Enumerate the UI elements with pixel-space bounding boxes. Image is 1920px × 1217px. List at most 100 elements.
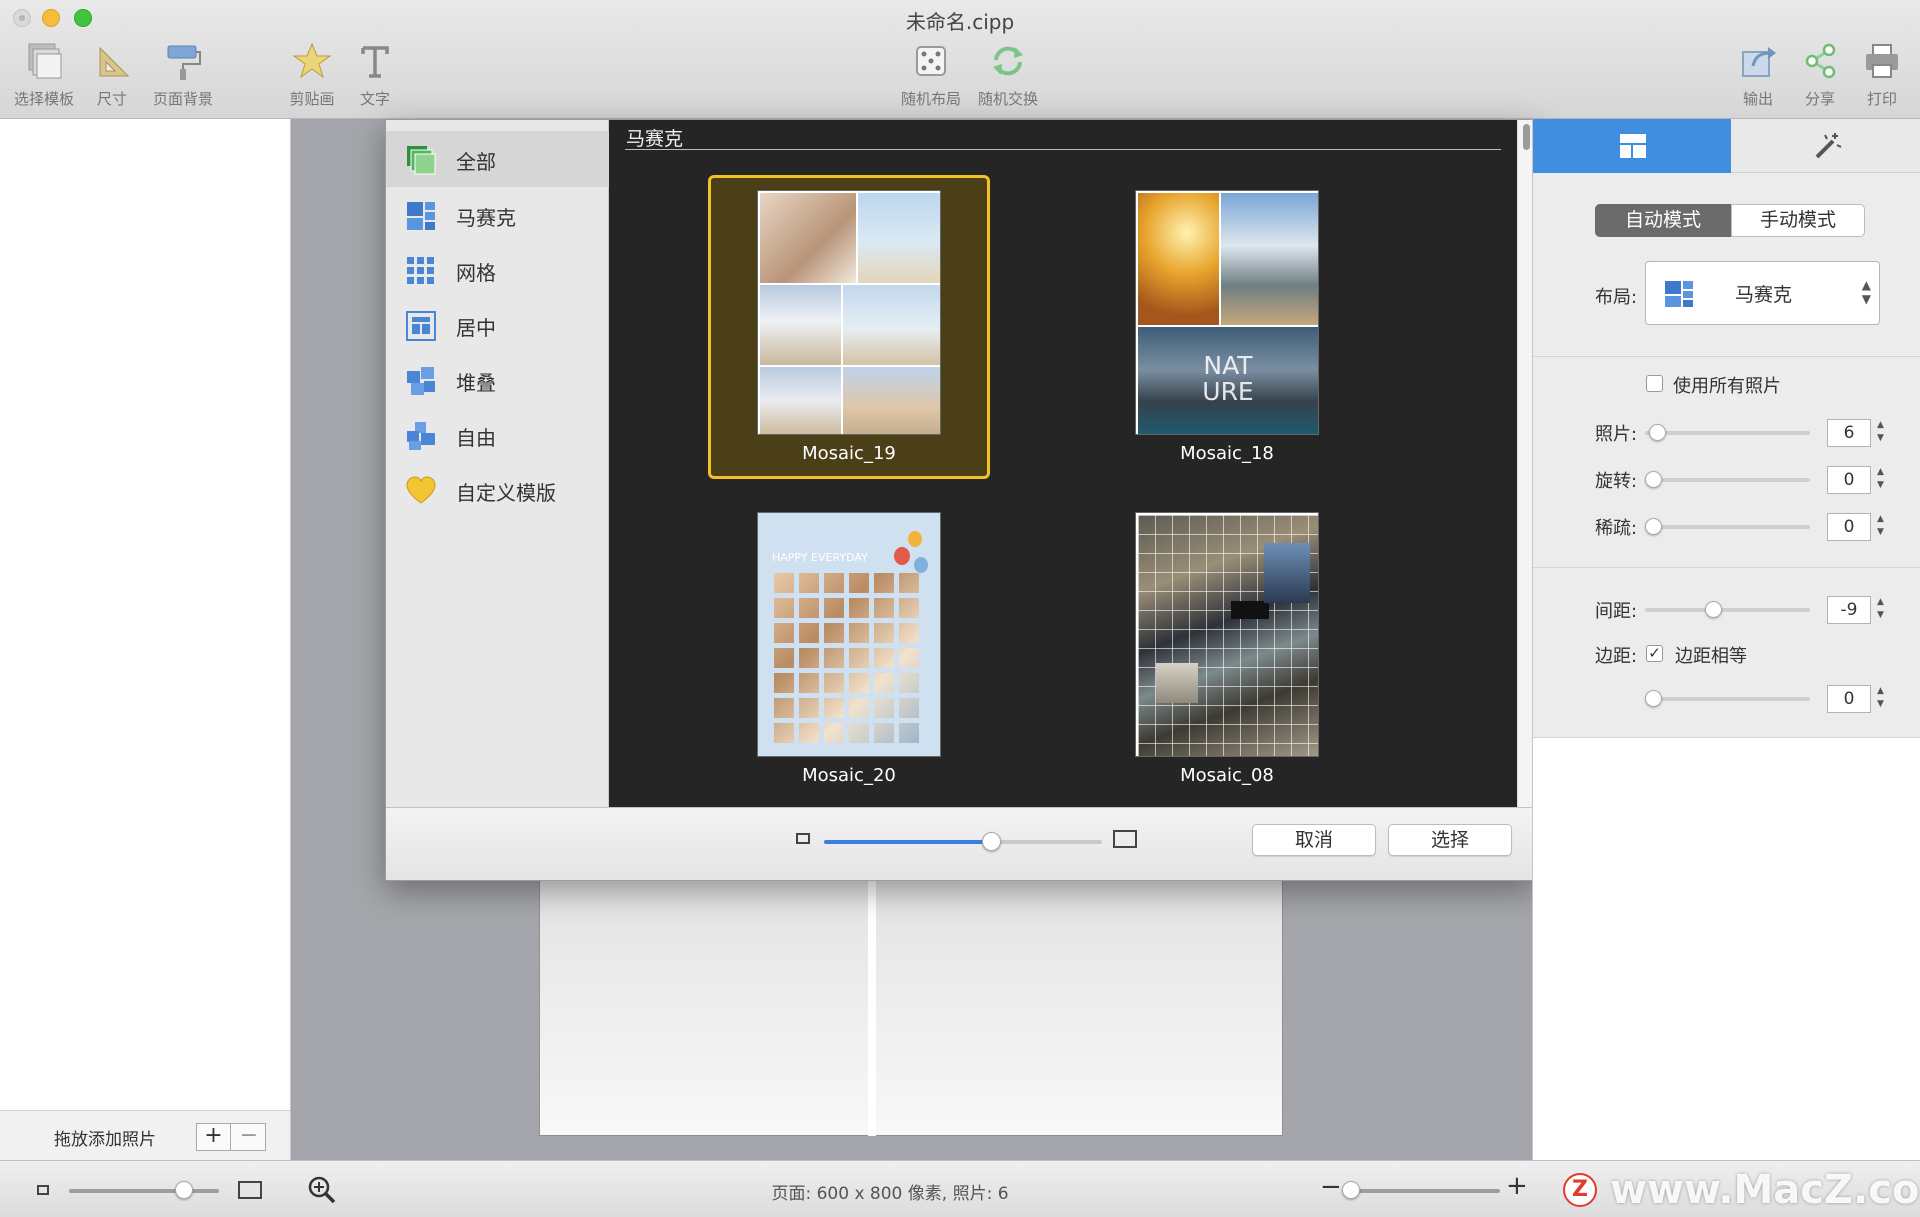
category-label: 居中 [456,316,496,340]
thumbnail-overlay-text: URE [1202,377,1254,406]
rotate-value-field[interactable]: 0 [1827,466,1871,494]
layout-panel-icon [1620,134,1646,158]
manual-mode-button[interactable]: 手动模式 [1731,204,1865,237]
category-label: 网格 [456,261,496,285]
slider-knob[interactable] [982,832,1001,851]
tab-effects[interactable] [1731,119,1920,173]
category-stack[interactable]: 堆叠 [386,352,609,408]
spacing-stepper[interactable]: ▲ ▼ [1874,596,1887,624]
status-bar: 页面: 600 x 800 像素, 照片: 6 − + Z www.MacZ.c… [0,1160,1920,1217]
section-divider [625,149,1501,150]
template-grid[interactable]: 马赛克 Mosaic_19 NAT URE Mosaic_18 HAPPY EV… [609,120,1517,807]
page-preview[interactable] [539,879,1283,1136]
random-layout-button[interactable]: 随机布局 [898,40,964,114]
category-mosaic[interactable]: 马赛克 [386,187,609,243]
category-custom[interactable]: 自定义模版 [386,462,609,518]
sparse-stepper[interactable]: ▲ ▼ [1874,513,1887,541]
category-freeform[interactable]: 自由 [386,407,609,463]
clipart-label: 剪贴画 [289,90,335,108]
paint-roller-icon [167,45,201,80]
thumbnail-overlay-text: HAPPY EVERYDAY [772,551,868,564]
category-centered[interactable]: 居中 [386,297,609,353]
size-button[interactable]: 尺寸 [92,40,132,114]
spacing-slider[interactable] [1645,601,1810,618]
template-name: Mosaic_08 [1180,765,1274,786]
slider-knob[interactable] [1645,690,1662,707]
sparse-value-field[interactable]: 0 [1827,513,1871,541]
category-label: 马赛克 [456,206,516,230]
share-icon [1805,43,1836,79]
page-background-button[interactable]: 页面背景 [148,40,218,114]
template-mosaic-20[interactable]: HAPPY EVERYDAY Mosaic_20 [708,497,990,801]
template-chooser-dialog: 全部 马赛克 网格 居中 堆叠 自由 自定义模版 马赛克 Mosaic_19 N… [385,119,1535,881]
slider-knob[interactable] [1705,601,1722,618]
photos-slider[interactable] [1645,424,1810,441]
export-button[interactable]: 输出 [1736,40,1780,114]
use-all-photos-checkbox[interactable] [1646,375,1663,392]
scrollbar-thumb[interactable] [1523,124,1530,150]
random-swap-button[interactable]: 随机交换 [975,40,1041,114]
zoom-in-button[interactable]: + [1506,1171,1528,1201]
text-button[interactable]: 文字 [352,40,398,114]
template-thumbnail [757,190,941,435]
watermark-logo: Z [1563,1173,1597,1207]
sparse-slider[interactable] [1645,518,1810,535]
category-label: 堆叠 [456,371,496,395]
auto-mode-button[interactable]: 自动模式 [1595,204,1731,237]
margin-slider[interactable] [1645,690,1810,707]
print-button[interactable]: 打印 [1860,40,1904,114]
spacing-value-field[interactable]: -9 [1827,596,1871,624]
add-photo-button[interactable]: + [197,1124,231,1150]
photo-browser-panel[interactable]: 拖放添加照片 + − [0,119,291,1160]
slider-knob[interactable] [1342,1181,1360,1199]
clipart-button[interactable]: 剪贴画 [286,40,338,114]
divider [1533,567,1920,568]
chevron-up-down-icon: ▲ ▼ [1861,278,1871,306]
spacing-label: 间距: [1595,601,1638,622]
template-mosaic-19[interactable]: Mosaic_19 [708,175,990,479]
choose-button[interactable]: 选择 [1388,824,1512,856]
select-template-label: 选择模板 [13,90,74,108]
tab-layout[interactable] [1533,119,1731,173]
slider-fill [824,840,991,844]
size-label: 尺寸 [96,90,127,108]
title-bar: 未命名.cipp 选择模板 尺寸 页面背景 剪贴画 文字 随机布局 随机交换 输… [0,0,1920,119]
template-mosaic-08[interactable]: Mosaic_08 [1086,497,1368,801]
watermark-text: www.MacZ.com [1610,1167,1920,1213]
photos-stepper[interactable]: ▲ ▼ [1874,419,1887,447]
dice-icon [916,46,946,76]
template-mosaic-18[interactable]: NAT URE Mosaic_18 [1086,175,1368,479]
rotate-label: 旋转: [1595,471,1638,492]
drop-photos-label: 拖放添加照片 [54,1130,156,1150]
template-name: Mosaic_20 [802,765,896,786]
small-thumbnail-icon [796,833,810,844]
category-all[interactable]: 全部 [386,131,609,187]
slider-knob[interactable] [1645,471,1662,488]
photos-value-field[interactable]: 6 [1827,419,1871,447]
share-button[interactable]: 分享 [1798,40,1842,114]
centered-icon [406,311,436,341]
select-template-button[interactable]: 选择模板 [8,40,80,114]
rotate-stepper[interactable]: ▲ ▼ [1874,466,1887,494]
remove-photo-button[interactable]: − [232,1124,266,1150]
category-label: 自由 [456,426,496,450]
inspector-tabs [1533,119,1920,173]
thumbnail-overlay-text: NAT [1203,351,1253,380]
category-grid[interactable]: 网格 [386,242,609,298]
layout-select[interactable]: 马赛克 ▲ ▼ [1645,261,1880,325]
cancel-button[interactable]: 取消 [1252,824,1376,856]
stack-icon [407,367,435,395]
thumbnail-size-slider[interactable] [824,832,1102,851]
margin-value-field[interactable]: 0 [1827,685,1871,713]
template-name: Mosaic_19 [802,443,896,464]
zoom-out-button[interactable]: − [1320,1172,1342,1202]
margin-stepper[interactable]: ▲ ▼ [1874,685,1887,713]
rotate-slider[interactable] [1645,471,1810,488]
share-label: 分享 [1804,90,1835,108]
use-all-photos-label: 使用所有照片 [1673,376,1781,397]
slider-knob[interactable] [1649,424,1666,441]
canvas-zoom-slider[interactable] [1350,1189,1500,1193]
equal-margin-checkbox[interactable]: ✓ [1646,645,1663,662]
slider-knob[interactable] [1645,518,1662,535]
printer-icon [1866,44,1898,78]
